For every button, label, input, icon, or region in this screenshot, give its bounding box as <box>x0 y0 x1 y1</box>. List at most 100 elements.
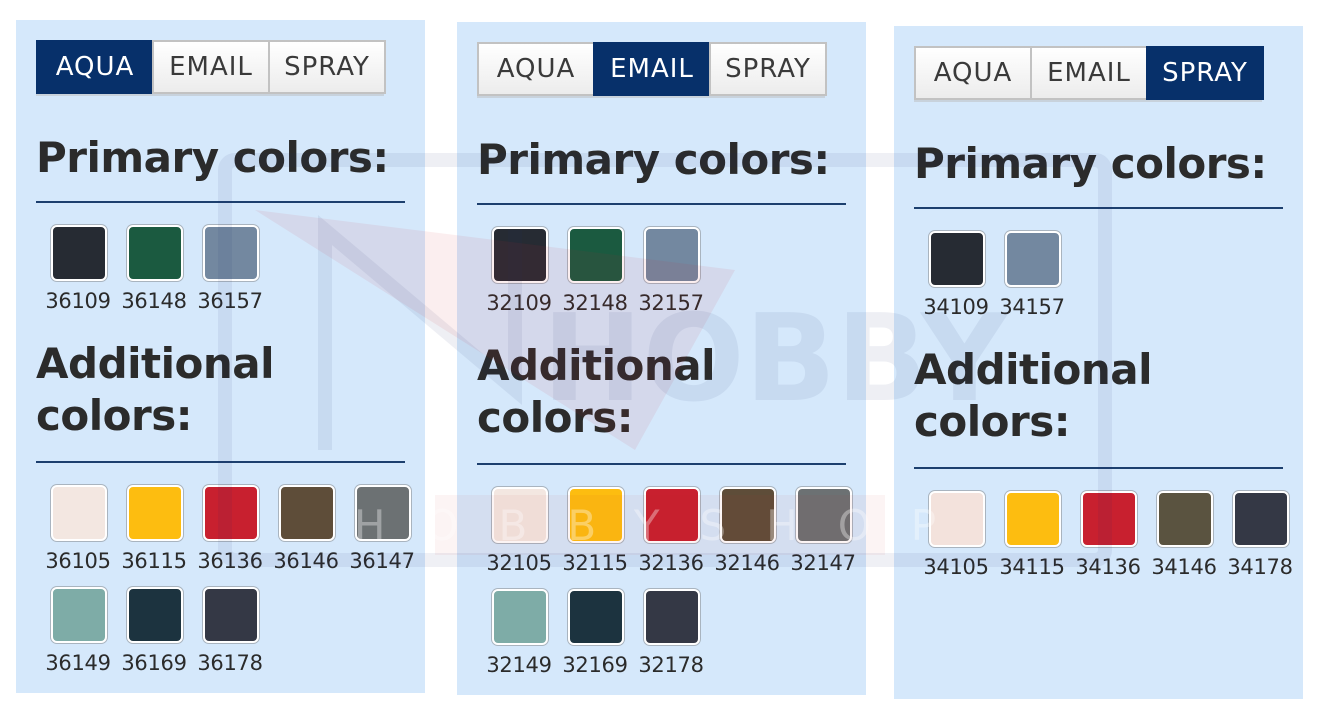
color-chip[interactable] <box>644 227 700 283</box>
color-code: 34178 <box>1227 555 1293 579</box>
color-chip[interactable] <box>492 487 548 543</box>
color-chip[interactable] <box>568 227 624 283</box>
divider <box>477 463 846 465</box>
color-swatch[interactable]: 32115 <box>557 486 633 588</box>
color-swatch[interactable]: 34115 <box>994 490 1070 592</box>
color-swatch[interactable]: 32157 <box>633 226 709 328</box>
color-swatch[interactable]: 32136 <box>633 486 709 588</box>
color-chip[interactable] <box>644 589 700 645</box>
additional-colors-heading: Additional colors: <box>477 341 716 442</box>
primary-colors-heading: Primary colors: <box>36 133 389 182</box>
color-swatch[interactable]: 36146 <box>268 484 344 586</box>
color-swatch[interactable]: 32148 <box>557 226 633 328</box>
color-chip[interactable] <box>568 487 624 543</box>
color-code: 34109 <box>923 295 989 319</box>
primary-swatch-list: 34109 34157 <box>918 230 1298 332</box>
spray-color-panel: AQUA EMAIL SPRAY Primary colors: 34109 34… <box>894 26 1303 699</box>
color-chip[interactable] <box>720 487 776 543</box>
color-swatch[interactable]: 36109 <box>40 224 116 326</box>
tab-aqua[interactable]: AQUA <box>36 40 154 94</box>
color-chip[interactable] <box>1005 491 1061 547</box>
tab-aqua[interactable]: AQUA <box>477 42 595 96</box>
color-chip[interactable] <box>1081 491 1137 547</box>
color-swatch[interactable]: 34146 <box>1146 490 1222 592</box>
color-code: 36178 <box>197 651 263 675</box>
color-swatch[interactable]: 34109 <box>918 230 994 332</box>
color-swatch[interactable]: 34157 <box>994 230 1070 332</box>
color-chip[interactable] <box>279 485 335 541</box>
color-swatch[interactable]: 36178 <box>192 586 268 688</box>
color-chip[interactable] <box>492 589 548 645</box>
tab-spray[interactable]: SPRAY <box>268 40 386 94</box>
color-code: 32169 <box>562 653 628 677</box>
primary-colors-heading: Primary colors: <box>477 135 830 184</box>
color-swatch[interactable]: 32178 <box>633 588 709 690</box>
divider <box>477 203 846 205</box>
color-chip[interactable] <box>1233 491 1289 547</box>
color-chip[interactable] <box>1005 231 1061 287</box>
color-code: 34115 <box>999 555 1065 579</box>
additional-swatch-list: 32105 32115 32136 32146 32147 32149 32169 32178 <box>481 486 861 690</box>
color-code: 32157 <box>638 291 704 315</box>
paint-type-tabs: AQUA EMAIL SPRAY <box>914 46 1264 102</box>
color-swatch[interactable]: 32146 <box>709 486 785 588</box>
tab-email[interactable]: EMAIL <box>152 40 270 94</box>
color-swatch[interactable]: 36157 <box>192 224 268 326</box>
color-chip[interactable] <box>929 491 985 547</box>
additional-swatch-list: 34105 34115 34136 34146 34178 <box>918 490 1298 592</box>
color-code: 36148 <box>121 289 187 313</box>
color-code: 34157 <box>999 295 1065 319</box>
color-swatch[interactable]: 34136 <box>1070 490 1146 592</box>
tab-spray[interactable]: SPRAY <box>1146 46 1264 100</box>
color-swatch[interactable]: 32109 <box>481 226 557 328</box>
color-code: 32146 <box>714 551 780 575</box>
color-code: 36115 <box>121 549 187 573</box>
color-swatch[interactable]: 32149 <box>481 588 557 690</box>
color-code: 36147 <box>349 549 415 573</box>
primary-colors-heading: Primary colors: <box>914 139 1267 188</box>
color-swatch[interactable]: 34178 <box>1222 490 1298 592</box>
color-code: 36109 <box>45 289 111 313</box>
color-swatch[interactable]: 36148 <box>116 224 192 326</box>
color-swatch[interactable]: 32105 <box>481 486 557 588</box>
color-chip[interactable] <box>51 587 107 643</box>
color-chip[interactable] <box>51 485 107 541</box>
color-code: 36136 <box>197 549 263 573</box>
color-swatch[interactable]: 36147 <box>344 484 420 586</box>
color-swatch[interactable]: 32147 <box>785 486 861 588</box>
color-chip[interactable] <box>644 487 700 543</box>
color-chip[interactable] <box>51 225 107 281</box>
color-chip[interactable] <box>127 225 183 281</box>
tab-spray[interactable]: SPRAY <box>709 42 827 96</box>
color-chip[interactable] <box>127 485 183 541</box>
color-code: 36149 <box>45 651 111 675</box>
color-chip[interactable] <box>127 587 183 643</box>
color-swatch[interactable]: 32169 <box>557 588 633 690</box>
color-chip[interactable] <box>203 225 259 281</box>
tab-email[interactable]: EMAIL <box>1030 46 1148 100</box>
color-chip[interactable] <box>355 485 411 541</box>
color-chip[interactable] <box>492 227 548 283</box>
color-swatch[interactable]: 36149 <box>40 586 116 688</box>
color-chip[interactable] <box>568 589 624 645</box>
color-code: 32109 <box>486 291 552 315</box>
additional-colors-heading: Additional colors: <box>914 345 1153 446</box>
tab-aqua[interactable]: AQUA <box>914 46 1032 100</box>
tab-email[interactable]: EMAIL <box>593 42 711 96</box>
color-swatch[interactable]: 36105 <box>40 484 116 586</box>
color-chip[interactable] <box>796 487 852 543</box>
primary-swatch-list: 36109 36148 36157 <box>40 224 420 326</box>
color-chip[interactable] <box>1157 491 1213 547</box>
color-swatch[interactable]: 36115 <box>116 484 192 586</box>
paint-type-tabs: AQUA EMAIL SPRAY <box>477 42 827 98</box>
divider <box>36 201 405 203</box>
color-chip[interactable] <box>203 587 259 643</box>
color-swatch[interactable]: 36169 <box>116 586 192 688</box>
color-swatch[interactable]: 36136 <box>192 484 268 586</box>
color-swatch[interactable]: 34105 <box>918 490 994 592</box>
divider <box>914 207 1283 209</box>
color-chip[interactable] <box>929 231 985 287</box>
color-code: 32105 <box>486 551 552 575</box>
color-code: 32148 <box>562 291 628 315</box>
color-chip[interactable] <box>203 485 259 541</box>
